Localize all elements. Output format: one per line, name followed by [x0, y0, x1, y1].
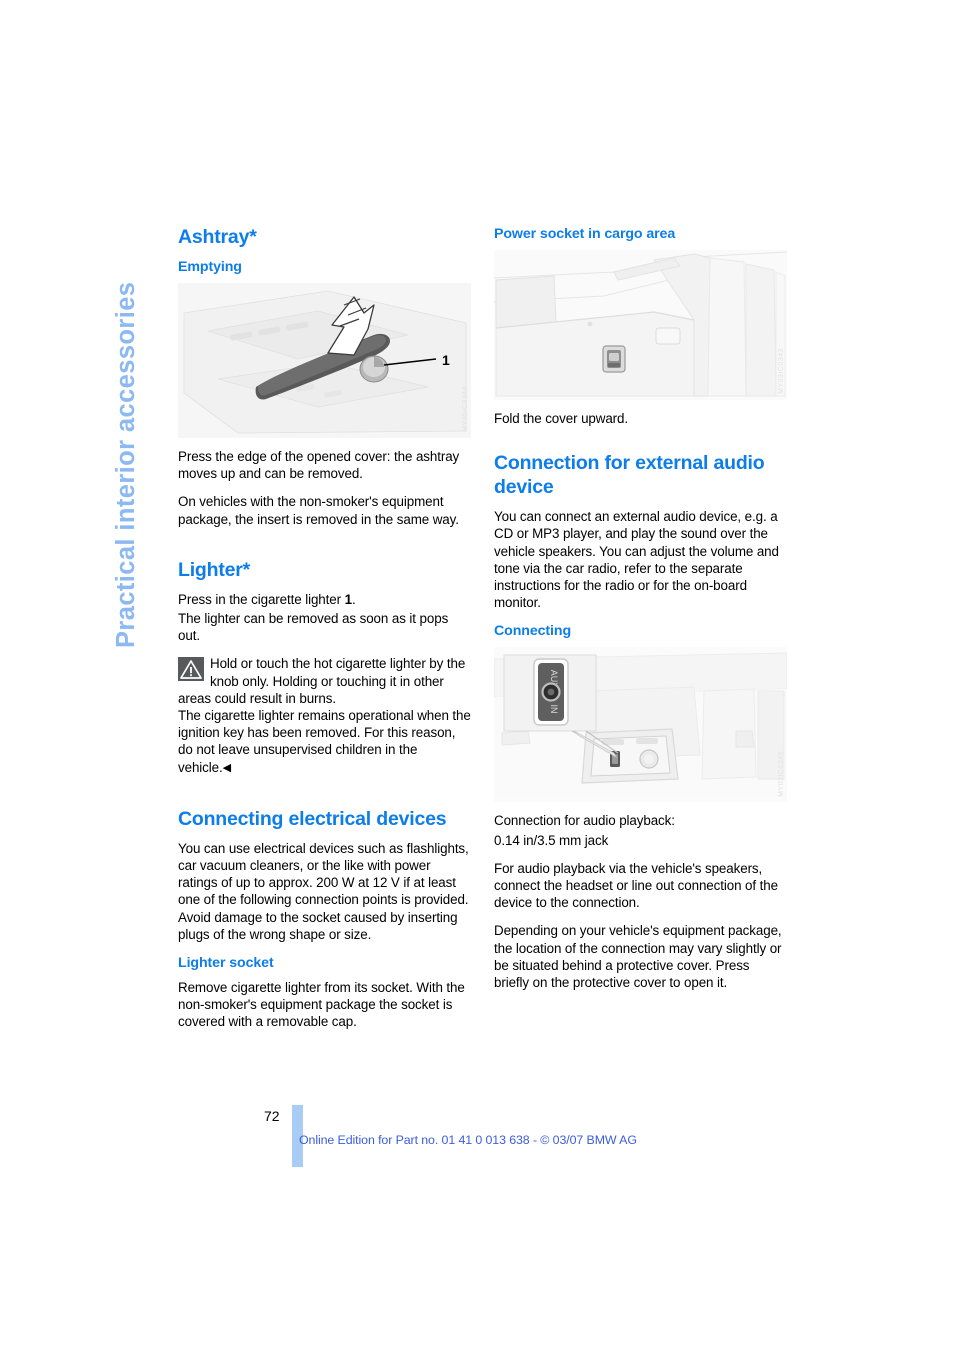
subheading-emptying: Emptying: [178, 259, 242, 275]
subheading-power-socket-cargo: Power socket in cargo area: [494, 226, 676, 242]
lighter-warning-note: Hold or touch the hot cigarette lighter …: [178, 655, 471, 707]
page-number: 72: [264, 1108, 280, 1124]
ashtray-paragraph-1: Press the edge of the opened cover: the …: [178, 449, 460, 482]
subheading-lighter-socket: Lighter socket: [178, 955, 274, 972]
subheading-connecting: Connecting: [494, 623, 572, 640]
audio-paragraph-3: Depending on your vehicle's equipment pa…: [494, 923, 782, 991]
heading-connecting-electrical-devices: Connecting electrical devices: [178, 807, 447, 830]
warning-triangle-icon: [178, 657, 204, 682]
figure-watermark: MY03IC0343: [778, 348, 785, 394]
lighter-socket-paragraph: Remove cigarette lighter from its socket…: [178, 980, 465, 1030]
right-column: Power socket in cargo area MY03IC0343 Fo…: [494, 225, 787, 1002]
audio-device-paragraph: You can connect an external audio device…: [494, 509, 779, 611]
cargo-area-power-socket-illustration: MY03IC0343: [494, 250, 787, 400]
back-reference-icon: ◀: [222, 761, 232, 774]
svg-text:1: 1: [442, 352, 450, 368]
lighter-ignition-note: The cigarette lighter remains operationa…: [178, 707, 471, 777]
ashtray-paragraph-2: On vehicles with the non-smoker's equipm…: [178, 494, 459, 527]
audio-caption-line-1: Connection for audio playback:: [494, 813, 675, 829]
aux-in-jack-illustration: AUX IN MY03IC0345: [494, 647, 787, 803]
heading-ashtray: Ashtray*: [178, 226, 257, 248]
audio-paragraph-2: For audio playback via the vehicle's spe…: [494, 860, 778, 911]
figure-watermark: MY03IC0345: [778, 750, 785, 797]
svg-text:IN: IN: [549, 705, 559, 714]
lighter-callout-number: 1: [344, 591, 352, 607]
connecting-electrical-paragraph: You can use electrical devices such as f…: [178, 840, 469, 942]
lighter-press-text-a: Press in the cigarette lighter: [178, 591, 345, 607]
heading-lighter: Lighter*: [178, 558, 251, 581]
lighter-warning-text: Hold or touch the hot cigarette lighter …: [178, 656, 466, 706]
left-column: Ashtray* Emptying 1 MY05IC0344 Press the…: [178, 225, 471, 1042]
lighter-removal-instruction: The lighter can be removed as soon as it…: [178, 611, 449, 644]
lighter-press-instruction: Press in the cigarette lighter 1.: [178, 591, 471, 608]
manual-page: Practical interior accessories Ashtray* …: [0, 0, 954, 1351]
ashtray-illustration: 1 MY05IC0344: [178, 283, 471, 438]
cargo-socket-caption: Fold the cover upward.: [494, 411, 629, 426]
footer-edition-notice: Online Edition for Part no. 01 41 0 013 …: [299, 1133, 637, 1147]
audio-caption-line-2: 0.14 in/3.5 mm jack: [494, 832, 609, 848]
heading-connection-external-audio: Connection for external audio device: [494, 452, 765, 499]
lighter-press-text-b: .: [351, 591, 356, 607]
figure-watermark: MY05IC0344: [462, 386, 469, 432]
